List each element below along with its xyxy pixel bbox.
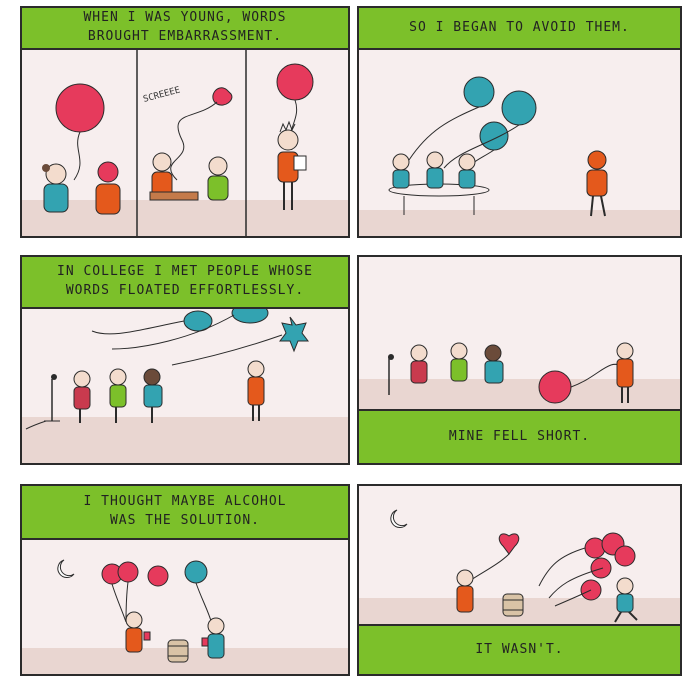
caption-panel-5: I THOUGHT MAYBE ALCOHOL WAS THE SOLUTION… [22,486,348,540]
caption-panel-1: WHEN I WAS YOUNG, WORDS BROUGHT EMBARRAS… [22,8,348,50]
child-girl [42,163,69,213]
panel-4: MINE FELL SHORT. [357,255,682,465]
caption-panel-2: SO I BEGAN TO AVOID THEM. [359,8,680,50]
scene-panel-4 [359,257,680,409]
person-orange [456,569,474,613]
caption-panel-4: MINE FELL SHORT. [359,409,680,463]
student-laughing [207,156,229,201]
keg-barrel [167,639,189,663]
scene-panel-3 [22,309,348,463]
scene-panel-5 [22,540,348,674]
scene-panel-6 [359,486,680,626]
panel-3: IN COLLEGE I MET PEOPLE WHOSE WORDS FLOA… [20,255,350,465]
panel-1: WHEN I WAS YOUNG, WORDS BROUGHT EMBARRAS… [20,6,350,238]
caption-panel-3: IN COLLEGE I MET PEOPLE WHOSE WORDS FLOA… [22,257,348,309]
panel-5: I THOUGHT MAYBE ALCOHOL WAS THE SOLUTION… [20,484,350,676]
keg-barrel [502,593,524,617]
comic-page: WHEN I WAS YOUNG, WORDS BROUGHT EMBARRAS… [0,0,700,696]
caption-panel-6: IT WASN'T. [359,624,680,674]
panel-6: IT WASN'T. [357,484,682,676]
scene-panel-1: SCREEEE [22,50,348,236]
talking-group [410,342,504,384]
panel-2: SO I BEGAN TO AVOID THEM. [357,6,682,238]
child-boy-red [95,161,121,215]
scene-panel-2 [359,50,680,236]
